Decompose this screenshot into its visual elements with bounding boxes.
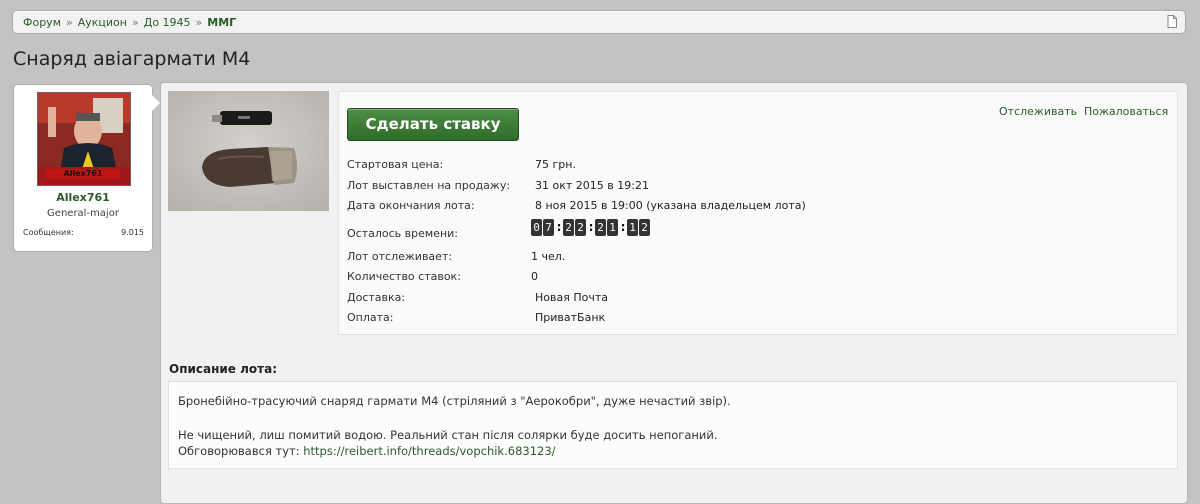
breadcrumb-separator: » [195, 16, 203, 29]
countdown-digit: 1 [607, 218, 618, 236]
discussion-link[interactable]: https://reibert.info/threads/vopchik.683… [303, 444, 555, 458]
delivery-value: Новая Почта [535, 291, 608, 304]
user-card-pointer [152, 95, 160, 111]
payment-label: Оплата: [347, 311, 394, 324]
place-bid-button[interactable]: Сделать ставку [347, 108, 519, 141]
breadcrumb: Форум » Аукцион » До 1945 » ММГ [12, 10, 1186, 34]
document-icon[interactable] [1167, 15, 1177, 28]
start-price-label: Стартовая цена: [347, 158, 444, 171]
user-rank: General-major [47, 208, 119, 219]
breadcrumb-auction[interactable]: Аукцион [78, 16, 127, 29]
avatar-name-tag: Allex761 [46, 169, 120, 179]
watchers-label: Лот отслеживает: [347, 250, 453, 263]
watch-link[interactable]: Отслеживать [999, 105, 1077, 118]
description-title: Описание лота: [169, 362, 278, 376]
countdown-digit: 2 [595, 218, 606, 236]
avatar[interactable]: Allex761 [37, 92, 131, 186]
breadcrumb-trail: Форум » Аукцион » До 1945 » ММГ [23, 16, 236, 29]
countdown-digit: 1 [627, 218, 638, 236]
countdown-digit: 7 [543, 218, 554, 236]
bids-count-label: Количество ставок: [347, 270, 461, 283]
countdown-separator: : [588, 219, 594, 234]
countdown-digit: 0 [531, 218, 542, 236]
messages-count[interactable]: 9.015 [121, 228, 144, 237]
end-date-value: 8 ноя 2015 в 19:00 (указана владельцем л… [535, 199, 806, 212]
time-left-label: Осталось времени: [347, 227, 458, 240]
countdown-timer: 07 : 22 : 21 : 12 [531, 218, 651, 236]
countdown-digit: 2 [639, 218, 650, 236]
lot-photo-image [168, 91, 329, 211]
delivery-label: Доставка: [347, 291, 406, 304]
listed-date-value: 31 окт 2015 в 19:21 [535, 179, 649, 192]
payment-value: ПриватБанк [535, 311, 606, 324]
countdown-digit: 2 [563, 218, 574, 236]
countdown-separator: : [556, 219, 562, 234]
listed-date-label: Лот выставлен на продажу: [347, 179, 511, 192]
user-card: Allex761 Allex761 General-major Сообщени… [13, 84, 160, 252]
breadcrumb-forum[interactable]: Форум [23, 16, 61, 29]
username-link[interactable]: Allex761 [14, 191, 152, 204]
end-date-label: Дата окончания лота: [347, 199, 475, 212]
bids-count-value: 0 [531, 270, 538, 283]
breadcrumb-current[interactable]: ММГ [207, 16, 236, 29]
description-line-1: Бронебійно-трасуючий снаряд гармати М4 (… [178, 394, 731, 408]
description-discussed-label: Обговорювався тут: [178, 444, 300, 458]
breadcrumb-separator: » [131, 16, 139, 29]
breadcrumb-separator: » [66, 16, 73, 29]
messages-label: Сообщения: [23, 228, 74, 237]
countdown-separator: : [620, 219, 626, 234]
watchers-value: 1 чел. [531, 250, 566, 263]
breadcrumb-before-1945[interactable]: До 1945 [144, 16, 191, 29]
description-line-3: Обговорювався тут: https://reibert.info/… [178, 444, 556, 458]
description-line-2: Не чищений, лиш помитий водою. Реальний … [178, 428, 718, 442]
lot-photo[interactable] [168, 91, 329, 211]
page-title: Снаряд авіагармати М4 [13, 48, 251, 70]
report-link[interactable]: Пожаловаться [1084, 105, 1168, 118]
countdown-digit: 2 [575, 218, 586, 236]
start-price-value: 75 грн. [535, 158, 576, 171]
